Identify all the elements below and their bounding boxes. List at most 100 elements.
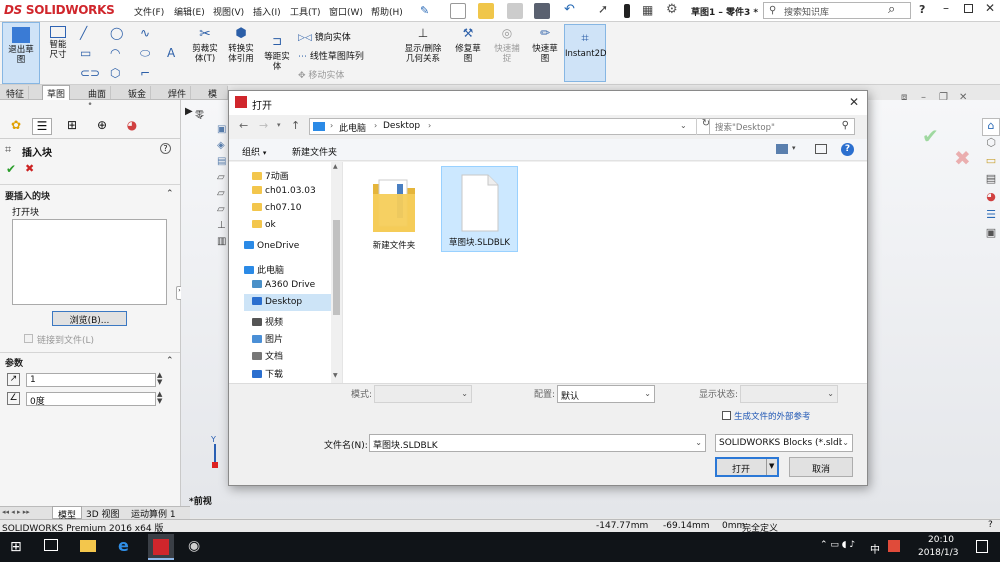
offset-entities-button[interactable]: ⊐ 等距实体 — [260, 34, 294, 72]
nav-item-folder[interactable]: 7动画 — [252, 166, 339, 183]
help-icon[interactable]: ? — [841, 143, 854, 156]
open-button[interactable]: 打开 ▼ — [715, 457, 779, 477]
collapse-chevron-icon[interactable]: ⌃ — [166, 356, 174, 366]
link-to-file-checkbox[interactable] — [24, 334, 33, 343]
cancel-button[interactable]: 取消 — [789, 457, 853, 477]
up-arrow-icon[interactable]: ↑ — [291, 119, 300, 132]
solidworks-taskbar-button[interactable] — [148, 534, 174, 560]
custom-properties-icon[interactable]: ☰ — [982, 208, 1000, 226]
nav-item-desktop[interactable]: Desktop — [244, 294, 339, 311]
external-refs-link[interactable]: 生成文件的外部参考 — [734, 410, 811, 422]
angle-spinner-icon[interactable]: ▲ ▼ — [157, 391, 162, 405]
window-restore-icon[interactable]: ❐ — [939, 92, 948, 103]
clock-time[interactable]: 20:10 — [928, 535, 954, 545]
menu-edit[interactable]: 编辑(E) — [174, 5, 205, 18]
print-icon[interactable] — [534, 3, 550, 19]
nav-item-video[interactable]: 视频 — [252, 312, 339, 329]
feature-tree-root[interactable]: 零 — [195, 108, 204, 121]
window-close-icon[interactable]: ✕ — [959, 92, 967, 103]
recent-dropdown-icon[interactable]: ▾ — [277, 121, 281, 129]
collapse-chevron-icon[interactable]: ⌃ — [166, 189, 174, 199]
display-relations-button[interactable]: ⊥ 显示/删除几何关系 — [400, 26, 446, 64]
history-icon[interactable]: ▣ — [217, 124, 228, 140]
scale-spinner-icon[interactable]: ▲ ▼ — [157, 372, 162, 386]
display-state-select[interactable]: ⌄ — [740, 385, 838, 403]
menu-view[interactable]: 视图(V) — [213, 5, 244, 18]
open-folder-icon[interactable] — [478, 3, 494, 19]
nav-item-folder[interactable]: ch01.03.03 — [252, 183, 339, 200]
file-type-select[interactable]: SOLIDWORKS Blocks (*.sldb ⌄ — [715, 434, 853, 452]
trim-entities-button[interactable]: ✂ 剪裁实体(T) — [188, 26, 222, 64]
nav-item-doc[interactable]: 文档 — [252, 346, 339, 363]
rebuild-icon[interactable] — [624, 4, 630, 18]
cancel-x-icon[interactable]: ✖ — [25, 162, 34, 175]
scroll-down-icon[interactable]: ▼ — [333, 372, 338, 379]
line-icon[interactable]: ╱ — [80, 26, 87, 40]
confirm-cancel-icon[interactable]: ✖ — [954, 146, 971, 170]
breadcrumb-desktop[interactable]: Desktop — [383, 121, 420, 131]
magnifier-icon[interactable]: ⌕ — [888, 2, 895, 17]
scroll-up-icon[interactable]: ▲ — [333, 163, 338, 170]
move-entities-button[interactable]: ✥ 移动实体 — [298, 68, 344, 81]
tab-features[interactable]: 特征 — [2, 86, 30, 100]
file-explorer-icon[interactable]: ▭ — [982, 154, 1000, 172]
instant2d-button[interactable]: ⌗ Instant2D — [564, 24, 607, 82]
file-explorer-taskbar-icon[interactable] — [80, 540, 96, 552]
clock-date[interactable]: 2018/1/3 — [918, 548, 958, 558]
new-folder-button[interactable]: 新建文件夹 — [292, 145, 337, 158]
angle-input[interactable]: 0度 — [26, 392, 156, 407]
nav-item-pc[interactable]: 此电脑 — [244, 260, 339, 277]
text-icon[interactable]: A — [167, 46, 175, 60]
nav-item-drive[interactable]: A360 Drive — [252, 277, 339, 294]
panel-grip-icon[interactable]: • — [0, 100, 180, 114]
rectangle-icon[interactable]: ▭ — [80, 46, 91, 60]
mirror-entities-button[interactable]: ▷◁ 镜向实体 — [298, 30, 351, 43]
nav-item-image[interactable]: 图片 — [252, 329, 339, 346]
menu-file[interactable]: 文件(F) — [134, 5, 164, 18]
edge-browser-icon[interactable]: e — [118, 536, 129, 555]
view-dropdown-icon[interactable]: ▾ — [792, 144, 796, 152]
scale-input[interactable]: 1 — [26, 373, 156, 387]
slot-icon[interactable]: ⊂⊃ — [80, 66, 100, 80]
task-view-icon[interactable] — [44, 539, 58, 551]
dialog-close-icon[interactable]: ✕ — [849, 95, 859, 109]
sketch-icon[interactable]: ▥ — [217, 236, 228, 252]
forum-icon[interactable]: ▣ — [982, 226, 1000, 244]
tab-sketch[interactable]: 草图 — [42, 85, 71, 100]
linear-pattern-button[interactable]: ⋯ 线性草图阵列 — [298, 49, 364, 62]
tab-scroll-icons[interactable]: ◂◂ ◂ ▸ ▸▸ — [2, 508, 30, 516]
window-minimize-icon[interactable]: – — [921, 92, 926, 103]
view-palette-icon[interactable]: ▤ — [982, 172, 1000, 190]
help-icon[interactable]: ? — [919, 3, 925, 16]
help-icon[interactable]: ? — [160, 143, 171, 154]
restore-icon[interactable] — [964, 4, 973, 13]
undo-icon[interactable]: ↶ — [564, 2, 575, 17]
tab-weldments[interactable]: 焊件 — [164, 86, 192, 100]
config-select[interactable]: 默认 ⌄ — [557, 385, 655, 403]
scroll-thumb[interactable] — [333, 220, 340, 315]
tray-icons[interactable]: ⌃ ▭ ◖ ♪ — [820, 540, 855, 550]
window-tile-icon[interactable]: ⧈ — [901, 92, 907, 103]
quick-snaps-button[interactable]: ◎ 快速捕捉 — [490, 26, 524, 64]
menu-window[interactable]: 窗口(W) — [329, 5, 363, 18]
circle-icon[interactable]: ◯ — [110, 26, 123, 40]
exit-sketch-button[interactable]: 退出草图 — [2, 22, 40, 84]
ok-check-icon[interactable]: ✔ — [6, 162, 16, 176]
pin-icon[interactable]: ✎ — [420, 4, 429, 17]
tab-surfaces[interactable]: 曲面 — [84, 86, 112, 100]
notification-icon[interactable] — [976, 540, 988, 553]
open-dropdown-icon[interactable]: ▼ — [769, 462, 774, 470]
menu-insert[interactable]: 插入(I) — [253, 5, 281, 18]
repair-sketch-button[interactable]: ⚒ 修复草图 — [451, 26, 485, 64]
polygon-icon[interactable]: ⬡ — [110, 66, 120, 80]
forward-arrow-icon[interactable]: → — [259, 119, 268, 132]
file-properties-icon[interactable]: ▦ — [642, 3, 653, 17]
spline-icon[interactable]: ∿ — [140, 26, 150, 40]
sogou-ime-icon[interactable] — [888, 540, 900, 552]
configuration-icon[interactable]: ⊞ — [62, 118, 82, 135]
tree-arrow-icon[interactable]: ▶ — [185, 106, 193, 117]
nav-scrollbar[interactable]: ▲ ▼ — [331, 162, 342, 383]
new-document-icon[interactable] — [450, 3, 466, 19]
address-dropdown-icon[interactable]: ⌄ — [680, 121, 687, 130]
file-item-folder[interactable]: 新建文件夹 — [361, 170, 427, 251]
